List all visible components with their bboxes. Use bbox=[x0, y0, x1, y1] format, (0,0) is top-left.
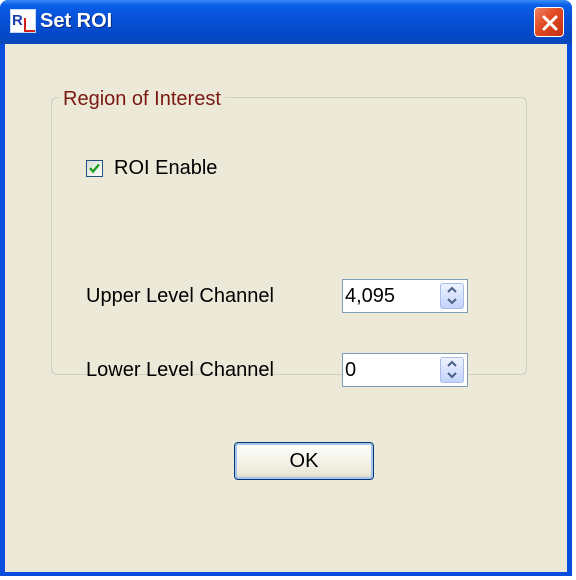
chevron-down-icon bbox=[447, 372, 457, 379]
lower-level-spin-buttons[interactable] bbox=[440, 357, 464, 383]
upper-level-label: Upper Level Channel bbox=[86, 285, 274, 307]
upper-level-spin-buttons[interactable] bbox=[440, 283, 464, 309]
region-of-interest-group bbox=[51, 97, 527, 375]
upper-level-input[interactable] bbox=[345, 282, 431, 310]
app-logo-icon[interactable]: R bbox=[10, 9, 36, 33]
ok-button[interactable]: OK bbox=[234, 442, 374, 480]
roi-enable-label[interactable]: ROI Enable bbox=[114, 155, 217, 181]
title-bar[interactable]: R Set ROI bbox=[0, 0, 572, 44]
chevron-up-icon bbox=[447, 286, 457, 293]
lower-level-spinbox[interactable] bbox=[342, 353, 468, 387]
group-legend: Region of Interest bbox=[59, 87, 225, 111]
upper-level-decrement-button[interactable] bbox=[441, 296, 463, 308]
close-icon bbox=[542, 15, 558, 31]
close-button[interactable] bbox=[534, 7, 564, 37]
chevron-down-icon bbox=[447, 298, 457, 305]
checkmark-icon bbox=[89, 163, 100, 174]
lower-level-label: Lower Level Channel bbox=[86, 359, 274, 381]
upper-level-spinbox[interactable] bbox=[342, 279, 468, 313]
chevron-up-icon bbox=[447, 360, 457, 367]
lower-level-decrement-button[interactable] bbox=[441, 370, 463, 382]
lower-level-increment-button[interactable] bbox=[441, 358, 463, 370]
lower-level-input[interactable] bbox=[345, 356, 431, 384]
upper-level-increment-button[interactable] bbox=[441, 284, 463, 296]
window-title: Set ROI bbox=[40, 10, 113, 32]
roi-enable-checkbox[interactable] bbox=[86, 160, 103, 177]
